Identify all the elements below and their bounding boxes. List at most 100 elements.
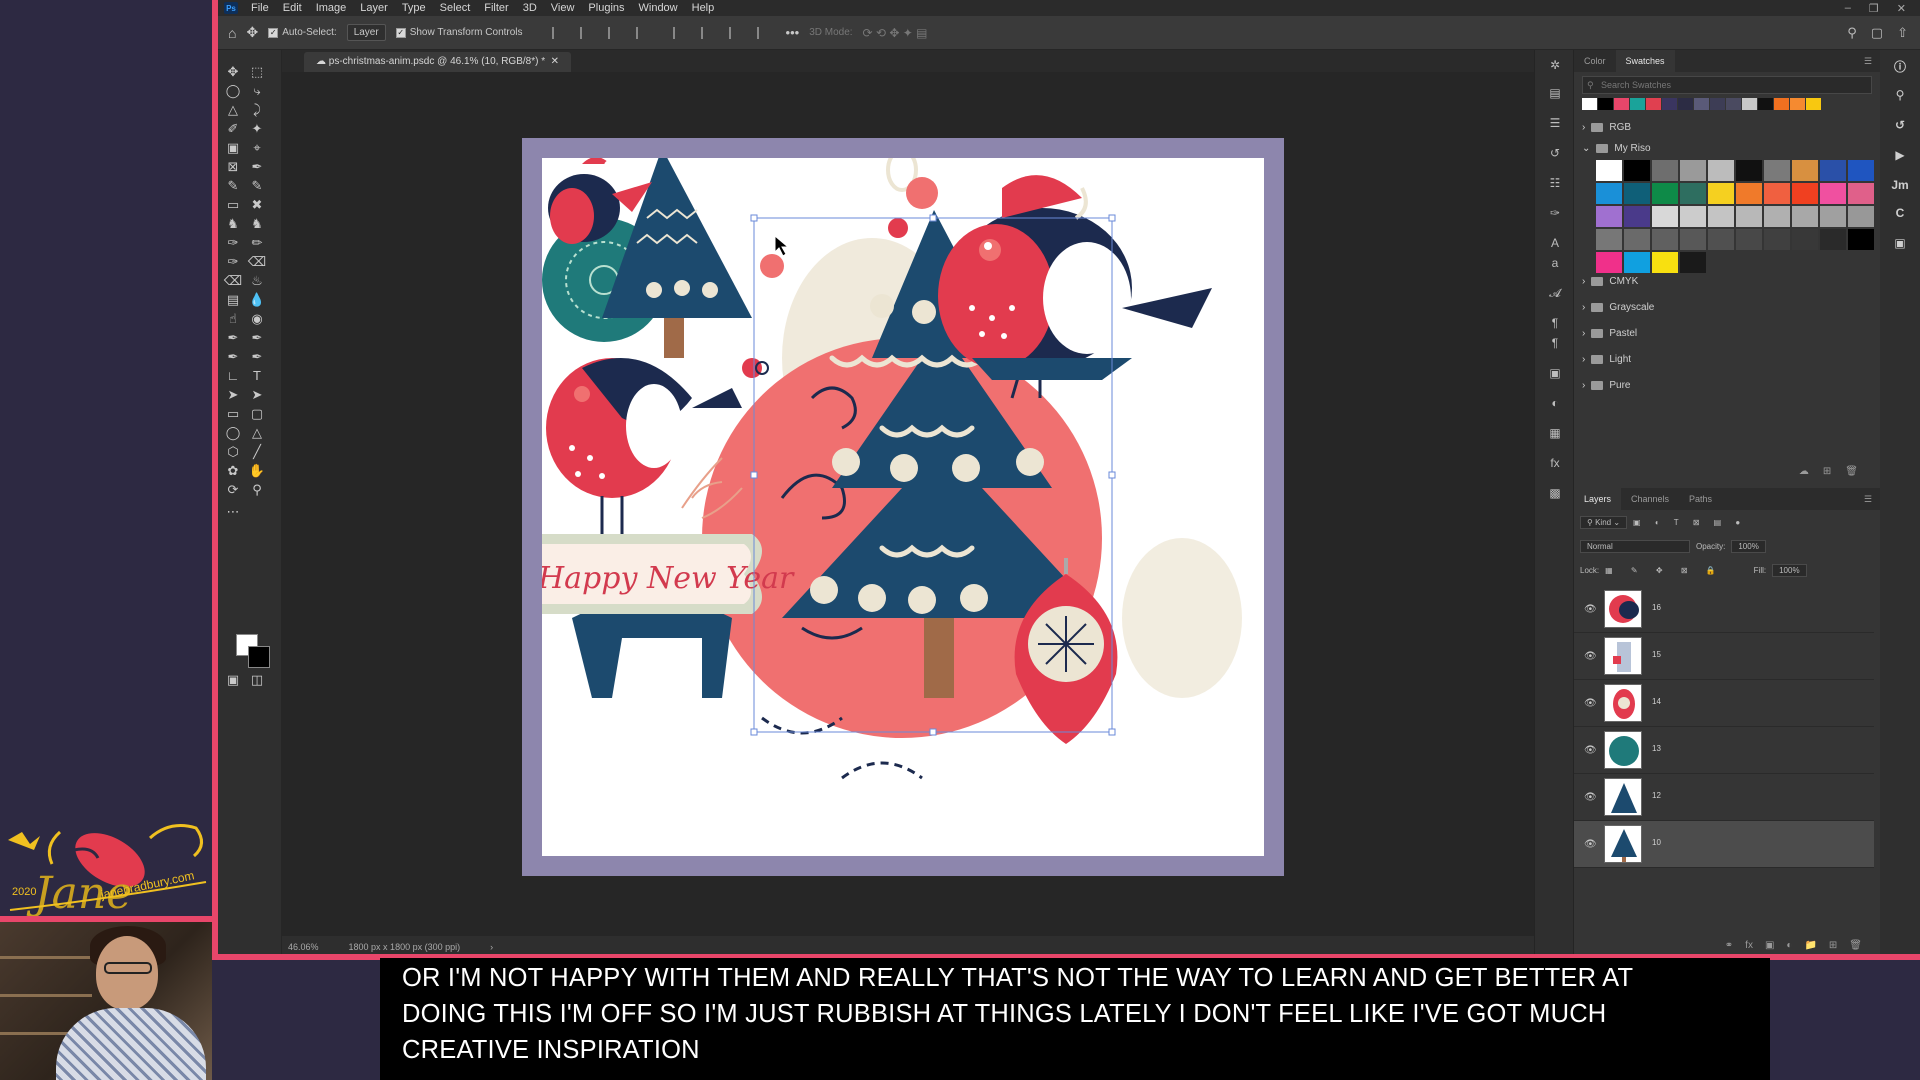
tab-paths[interactable]: Paths xyxy=(1679,488,1722,510)
share-icon[interactable]: ⇧ xyxy=(1897,25,1908,41)
tab-color[interactable]: Color xyxy=(1574,50,1616,72)
menu-edit[interactable]: Edit xyxy=(276,2,309,14)
menu-view[interactable]: View xyxy=(544,2,582,14)
riso-swatch[interactable] xyxy=(1680,183,1706,204)
brushes-icon[interactable]: ✑ xyxy=(1545,206,1565,224)
clone-stamp-icon[interactable]: ♞ xyxy=(222,214,244,234)
recent-swatch[interactable] xyxy=(1710,98,1725,110)
layer-row-15[interactable]: 👁 15 xyxy=(1574,633,1874,680)
riso-swatch[interactable] xyxy=(1764,183,1790,204)
visibility-eye-icon[interactable]: 👁 xyxy=(1584,604,1597,615)
paragraph-icon[interactable]: ¶ xyxy=(1545,316,1565,334)
swatch-group-pure[interactable]: › Pure xyxy=(1582,376,1630,394)
tab-channels[interactable]: Channels xyxy=(1621,488,1679,510)
close-tab-icon[interactable]: ✕ xyxy=(548,56,559,67)
menu-file[interactable]: File xyxy=(244,2,276,14)
character-icon[interactable]: A xyxy=(1545,236,1565,254)
riso-swatch[interactable] xyxy=(1792,206,1818,227)
pen-tool-icon[interactable]: ✒ xyxy=(222,328,244,348)
pencil-tool-icon[interactable]: ✏ xyxy=(246,233,268,253)
recent-swatch[interactable] xyxy=(1678,98,1693,110)
menu-window[interactable]: Window xyxy=(632,2,685,14)
layer-row-13[interactable]: 👁 13 xyxy=(1574,727,1874,774)
recent-swatch[interactable] xyxy=(1758,98,1773,110)
content-move-icon[interactable]: ✖ xyxy=(246,195,268,215)
move-tool-icon[interactable]: ✥ xyxy=(246,24,258,41)
brush-tool-icon[interactable]: ✑ xyxy=(222,233,244,253)
menu-image[interactable]: Image xyxy=(309,2,354,14)
riso-swatch[interactable] xyxy=(1820,183,1846,204)
tab-layers[interactable]: Layers xyxy=(1574,488,1622,510)
minimize-icon[interactable]: – xyxy=(1845,2,1851,15)
canvas-area[interactable]: Happy New Year xyxy=(282,72,1594,936)
lock-icons[interactable]: ▦ ✎ ✥ ⊠ 🔒 xyxy=(1605,566,1724,575)
swatch-group-cmyk[interactable]: › CMYK xyxy=(1582,272,1638,290)
filter-icons[interactable]: ▣ ◐ T ⊠ ▤ ● xyxy=(1633,518,1746,527)
ellipse-tool-icon[interactable]: ◯ xyxy=(222,423,244,443)
swatch-group-rgb[interactable]: › RGB xyxy=(1582,118,1631,136)
quick-select-icon[interactable]: ✐ xyxy=(222,119,244,139)
workspace-icon[interactable]: ▢ xyxy=(1871,25,1883,41)
riso-swatch[interactable] xyxy=(1736,183,1762,204)
smudge-tool-icon[interactable]: ☝ xyxy=(222,309,244,329)
layer-filter-kind[interactable]: ⚲ Kind ⌄ xyxy=(1580,516,1628,529)
swatch-group-grayscale[interactable]: › Grayscale xyxy=(1582,298,1654,316)
opacity-input[interactable]: 100% xyxy=(1731,540,1766,553)
layer-row-14[interactable]: 👁 14 xyxy=(1574,680,1874,727)
riso-swatch[interactable] xyxy=(1652,229,1678,250)
paragraph-styles-icon[interactable]: ¶ xyxy=(1545,336,1565,354)
anchor-point-icon[interactable]: ✒ xyxy=(246,347,268,367)
riso-swatch[interactable] xyxy=(1596,229,1622,250)
hand-tool-icon[interactable]: ✋ xyxy=(246,461,268,481)
zoom-level[interactable]: 46.06% xyxy=(288,942,319,952)
zoom-tool-icon[interactable]: ⚲ xyxy=(246,480,268,500)
properties-icon[interactable]: ☷ xyxy=(1545,176,1565,194)
recent-swatch[interactable] xyxy=(1694,98,1709,110)
frame-tool-icon[interactable]: ⊠ xyxy=(222,157,244,177)
gradient-tool-icon[interactable]: ▤ xyxy=(222,290,244,310)
riso-swatch[interactable] xyxy=(1652,160,1678,181)
play-icon[interactable]: ▶ xyxy=(1890,148,1910,166)
plugin-c-icon[interactable]: C xyxy=(1890,206,1910,224)
riso-swatch[interactable] xyxy=(1848,229,1874,250)
auto-select-checkbox[interactable]: ✓ xyxy=(268,27,279,38)
curvature-pen-icon[interactable]: ✒ xyxy=(222,347,244,367)
rotate-view-icon[interactable]: ⟳ xyxy=(222,480,244,500)
menu-filter[interactable]: Filter xyxy=(477,2,515,14)
riso-swatch[interactable] xyxy=(1680,206,1706,227)
marquee-tool-icon[interactable]: ⬚ xyxy=(246,62,268,82)
recent-swatch[interactable] xyxy=(1662,98,1677,110)
more-options-icon[interactable]: ••• xyxy=(786,25,800,40)
screen-mode-icon[interactable]: ◫ xyxy=(246,670,268,690)
recent-swatch[interactable] xyxy=(1614,98,1629,110)
eraser-tool-icon[interactable]: ⌫ xyxy=(246,252,268,272)
background-color[interactable] xyxy=(248,646,270,668)
swatch-group-my-riso[interactable]: ⌄ My Riso xyxy=(1582,139,1651,157)
align-left-icon[interactable] xyxy=(551,26,566,39)
panel-menu-icon[interactable]: ☰ xyxy=(1864,488,1880,510)
ruler-tool-icon[interactable]: ✎ xyxy=(222,176,244,196)
type-tool-icon[interactable]: T xyxy=(246,366,268,386)
riso-swatch[interactable] xyxy=(1596,160,1622,181)
riso-swatch[interactable] xyxy=(1848,206,1874,227)
visibility-eye-icon[interactable]: 👁 xyxy=(1584,792,1597,803)
patterns-icon[interactable]: ▦ xyxy=(1545,426,1565,444)
align-bottom-icon[interactable] xyxy=(728,26,743,39)
recent-swatch[interactable] xyxy=(1726,98,1741,110)
home-icon[interactable]: ⌂ xyxy=(228,25,236,41)
dodge-tool-icon[interactable]: ◉ xyxy=(246,309,268,329)
magic-wand-icon[interactable]: ✦ xyxy=(246,119,268,139)
distribute-vertical-icon[interactable] xyxy=(756,26,771,39)
blur-tool-icon[interactable]: 💧 xyxy=(246,290,268,310)
riso-swatch[interactable] xyxy=(1708,229,1734,250)
close-icon[interactable]: ✕ xyxy=(1897,2,1906,15)
magnetic-lasso-icon[interactable]: ⤸ xyxy=(246,100,268,120)
recent-swatch[interactable] xyxy=(1630,98,1645,110)
layer-row-12[interactable]: 👁 12 xyxy=(1574,774,1874,821)
riso-swatch[interactable] xyxy=(1764,206,1790,227)
adjustments-icon[interactable]: ☰ xyxy=(1545,116,1565,134)
plugin-box-icon[interactable]: ▣ xyxy=(1890,236,1910,254)
riso-swatch[interactable] xyxy=(1736,160,1762,181)
riso-swatch[interactable] xyxy=(1820,160,1846,181)
artboard[interactable]: Happy New Year xyxy=(522,138,1284,876)
